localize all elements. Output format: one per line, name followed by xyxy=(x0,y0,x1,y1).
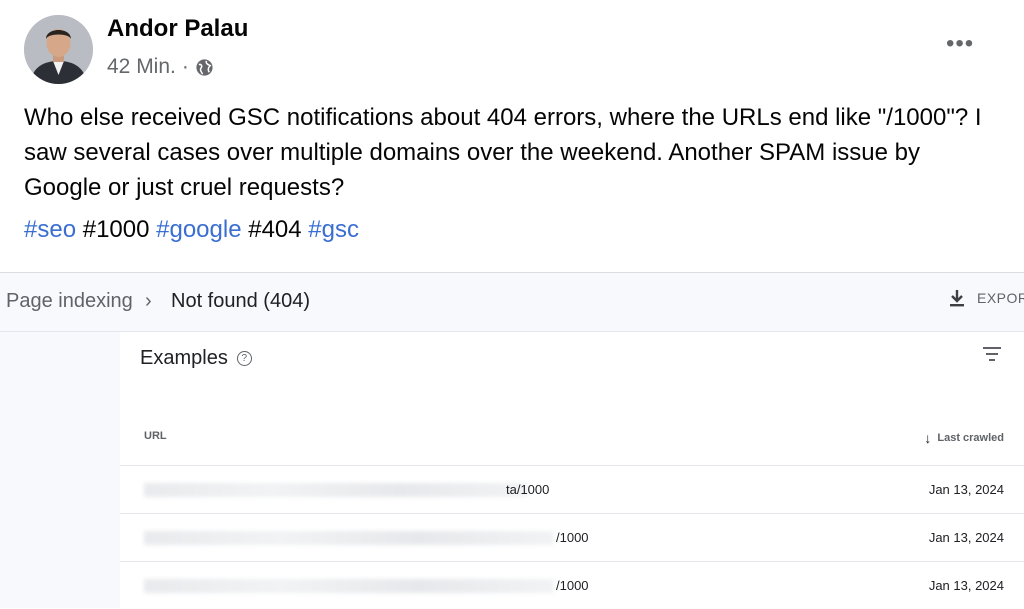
facebook-post: Andor Palau 42 Min. · ••• Who else recei… xyxy=(0,0,1024,272)
globe-icon xyxy=(196,58,213,76)
help-icon[interactable]: ? xyxy=(236,351,252,366)
url-suffix: /1000 xyxy=(556,530,589,545)
breadcrumb: Page indexing › Not found (404) EXPOR xyxy=(0,273,1024,332)
blurred-url xyxy=(144,483,528,497)
table-row[interactable]: ta/1000 Jan 13, 2024 xyxy=(120,465,1024,513)
last-crawled-date: Jan 13, 2024 xyxy=(928,530,1004,545)
more-options-icon[interactable]: ••• xyxy=(946,30,974,58)
meta-separator: · xyxy=(181,55,189,78)
examples-card: Examples ? URL ↓ Last crawled ta/1000 Ja… xyxy=(120,332,1024,608)
download-icon xyxy=(950,290,964,307)
blurred-url xyxy=(144,531,554,545)
url-suffix: ta/1000 xyxy=(506,482,550,497)
hashtag-1000: #1000 xyxy=(82,216,150,243)
last-crawled-label: Last crawled xyxy=(937,432,1004,444)
hashtag-google[interactable]: #google xyxy=(156,216,241,243)
hashtag-list: #seo #1000 #google #404 #gsc xyxy=(24,216,359,244)
post-text: Who else received GSC notifications abou… xyxy=(24,104,982,201)
column-header-last-crawled[interactable]: ↓ Last crawled xyxy=(924,430,1004,446)
author-name[interactable]: Andor Palau xyxy=(107,15,248,43)
gsc-screenshot: Page indexing › Not found (404) EXPOR Ex… xyxy=(0,272,1024,608)
hashtag-seo[interactable]: #seo xyxy=(24,216,76,243)
table-row[interactable]: /1000 Jan 13, 2024 xyxy=(120,561,1024,609)
post-time[interactable]: 42 Min. xyxy=(107,55,176,79)
blurred-url xyxy=(144,579,554,593)
column-header-url[interactable]: URL xyxy=(144,430,167,442)
filter-icon[interactable] xyxy=(982,347,1002,365)
hashtag-gsc[interactable]: #gsc xyxy=(308,216,359,243)
export-label: EXPOR xyxy=(977,290,1024,306)
examples-heading: Examples ? xyxy=(140,347,252,370)
breadcrumb-current: Not found (404) xyxy=(171,290,310,312)
post-meta: 42 Min. · xyxy=(107,55,214,79)
avatar[interactable] xyxy=(24,15,93,84)
avatar-image xyxy=(24,15,93,84)
sort-arrow-down-icon: ↓ xyxy=(924,430,932,446)
hashtag-404: #404 xyxy=(248,216,302,243)
table-row[interactable]: /1000 Jan 13, 2024 xyxy=(120,513,1024,561)
last-crawled-date: Jan 13, 2024 xyxy=(928,482,1004,497)
export-button[interactable]: EXPOR xyxy=(948,288,1024,308)
url-suffix: /1000 xyxy=(556,578,589,593)
chevron-right-icon: › xyxy=(145,290,152,312)
examples-title: Examples xyxy=(140,347,228,369)
breadcrumb-page-indexing[interactable]: Page indexing xyxy=(6,290,133,313)
last-crawled-date: Jan 13, 2024 xyxy=(928,578,1004,593)
